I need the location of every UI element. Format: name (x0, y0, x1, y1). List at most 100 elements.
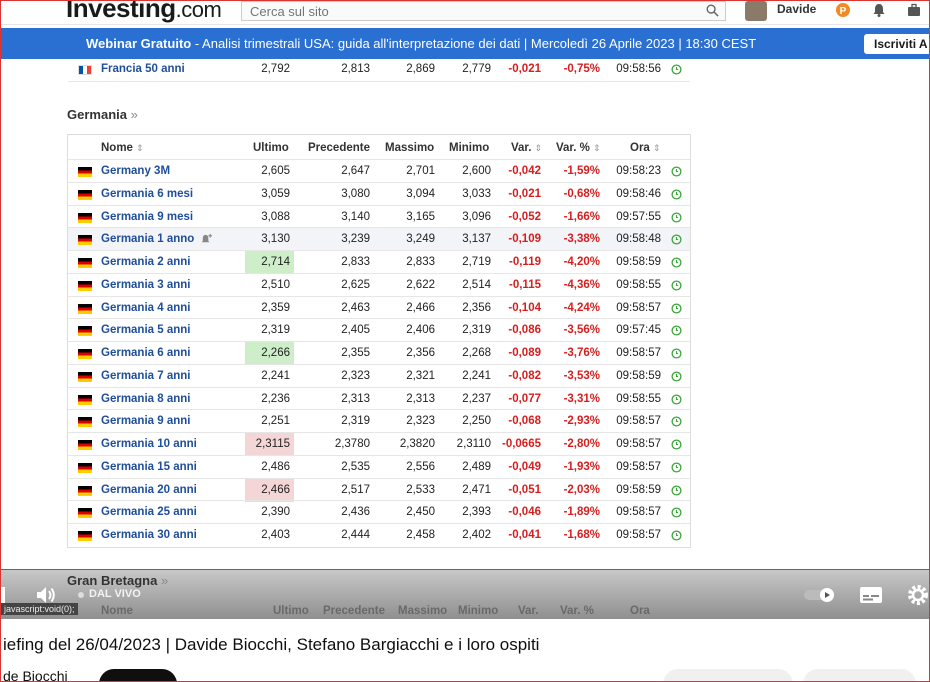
cell-minimo: 2,241 (462, 370, 491, 382)
logo-suffix: .com (175, 0, 222, 22)
table-row[interactable]: Germania 20 anni 2,466 2,517 2,533 2,471 -0,0… (68, 479, 690, 502)
instrument-name[interactable]: Germania 20 anni (101, 479, 197, 502)
table-row[interactable]: Germania 10 anni 2,3115 2,3780 2,3820 2,3110… (68, 433, 690, 456)
instrument-name[interactable]: Germania 25 anni (101, 501, 197, 524)
table-row[interactable]: Germania 6 anni 2,266 2,355 2,356 2,268 -0,08… (68, 342, 690, 365)
subtitles-icon[interactable] (859, 586, 883, 604)
cell-ultimo: 2,466 (261, 484, 290, 496)
avatar[interactable] (745, 1, 767, 21)
table-row[interactable]: Germania 4 anni 2,359 2,463 2,466 2,356 -0,10… (68, 297, 690, 320)
cell-minimo: 2,600 (462, 165, 491, 177)
instrument-name[interactable]: Germania 6 mesi (101, 183, 193, 206)
instrument-name[interactable]: Francia 50 anni (101, 58, 185, 81)
table-row[interactable]: Germania 5 anni 2,319 2,405 2,406 2,319 -0,08… (68, 319, 690, 342)
col-header-var-pct[interactable]: Var. % ⇕ (556, 137, 601, 159)
cell-var: -0,049 (508, 461, 541, 473)
table-row[interactable]: Germania 7 anni 2,241 2,323 2,321 2,241 -0,08… (68, 365, 690, 388)
volume-icon[interactable] (35, 585, 57, 605)
cell-var-pct: -1,68% (563, 529, 600, 541)
section-title-text: Germania (67, 107, 127, 122)
plugin-icon[interactable]: P (835, 2, 851, 18)
instrument-name[interactable]: Germania 7 anni (101, 365, 190, 388)
col-header-ora[interactable]: Ora ⇕ (630, 137, 661, 159)
logo-text: Investing (66, 0, 176, 23)
col-header-minimo[interactable]: Minimo (449, 137, 489, 159)
cell-ultimo: 2,605 (261, 165, 290, 177)
instrument-name[interactable]: Germania 9 mesi (101, 206, 193, 229)
table-row[interactable]: Germania 30 anni 2,403 2,444 2,458 2,402 -0,0… (68, 524, 690, 547)
table-row[interactable]: Germania 2 anni 2,714 2,833 2,833 2,719 -0,11… (68, 251, 690, 274)
instrument-name[interactable]: Germania 5 anni (101, 319, 190, 342)
table-row[interactable]: Germany 3M 2,605 2,647 2,701 2,600 -0,042 -1,5… (68, 160, 690, 183)
col-header-precedente[interactable]: Precedente (308, 137, 370, 159)
flag-germany-icon (78, 372, 92, 382)
table-row[interactable]: Germania 15 anni 2,486 2,535 2,556 2,489 -0,0… (68, 456, 690, 479)
cell-massimo: 3,249 (406, 233, 435, 245)
channel-name[interactable]: de Biocchi (3, 668, 68, 681)
cell-var: -0,021 (508, 188, 541, 200)
cell-massimo: 2,356 (406, 347, 435, 359)
cell-var: -0,068 (508, 415, 541, 427)
instrument-name[interactable]: Germania 6 anni (101, 342, 190, 365)
bell-icon[interactable] (871, 2, 887, 18)
instrument-name[interactable]: Germany 3M (101, 160, 170, 183)
alert-bell-icon[interactable] (200, 233, 213, 246)
col-header-var[interactable]: Var. ⇕ (511, 137, 542, 159)
user-name[interactable]: Davide (777, 2, 816, 16)
instrument-name[interactable]: Germania 3 anni (101, 274, 190, 297)
like-button[interactable] (663, 669, 793, 681)
settings-icon[interactable] (907, 584, 929, 606)
section-title-germania[interactable]: Germania » (67, 107, 138, 122)
cell-massimo: 2,556 (406, 461, 435, 473)
status-tooltip: javascript:void(0); (1, 603, 78, 615)
instrument-name[interactable]: Germania 9 anni (101, 410, 190, 433)
table-row[interactable]: Germania 8 anni 2,236 2,313 2,313 2,237 -0,07… (68, 388, 690, 411)
instrument-name[interactable]: Germania 8 anni (101, 388, 190, 411)
live-label[interactable]: DAL VIVO (89, 588, 141, 600)
player-controls: DAL VIVO javascript:void(0); (1, 579, 929, 615)
subscribe-button[interactable]: Iscriviti A (864, 34, 929, 54)
table-row[interactable]: Germania 9 anni 2,251 2,319 2,323 2,250 -0,06… (68, 410, 690, 433)
cell-minimo: 2,514 (462, 279, 491, 291)
instrument-name[interactable]: Germania 30 anni (101, 524, 197, 547)
clock-icon (671, 257, 682, 268)
search-box[interactable] (241, 1, 726, 21)
cell-var-pct: -1,66% (563, 211, 600, 223)
webinar-banner[interactable]: Webinar Gratuito - Analisi trimestrali U… (1, 28, 929, 59)
divider (68, 387, 690, 388)
table-row[interactable]: Germania 25 anni 2,390 2,436 2,450 2,393 -0,0… (68, 501, 690, 524)
cell-ultimo: 2,390 (261, 506, 290, 518)
live-indicator (78, 592, 84, 598)
instrument-name[interactable]: Germania 15 anni (101, 456, 197, 479)
table-row-france[interactable]: Francia 50 anni 2,792 2,813 2,869 2,779 … (68, 58, 690, 81)
clock-icon (671, 303, 682, 314)
cell-precedente: 2,463 (341, 302, 370, 314)
cell-var-pct: -2,80% (563, 438, 600, 450)
cell-var: -0,119 (509, 256, 541, 268)
cell-massimo: 2,869 (406, 63, 435, 75)
investing-logo[interactable]: Investing.com (66, 0, 222, 24)
cell-ora: 09:57:45 (616, 324, 661, 336)
table-row[interactable]: Germania 9 mesi 3,088 3,140 3,165 3,096 -0,05… (68, 206, 690, 229)
col-header-nome[interactable]: Nome ⇕ (101, 137, 144, 159)
instrument-name[interactable]: Germania 2 anni (101, 251, 190, 274)
share-button[interactable] (803, 669, 916, 681)
col-header-ultimo[interactable]: Ultimo (253, 137, 289, 159)
clock-icon (671, 439, 682, 450)
instrument-name[interactable]: Germania 10 anni (101, 433, 197, 456)
table-row[interactable]: Germania 1 anno 3,130 3,239 3,249 3,137 -0,10… (68, 228, 690, 251)
instrument-name[interactable]: Germania 4 anni (101, 297, 190, 320)
briefcase-icon[interactable] (906, 2, 922, 18)
search-input[interactable] (242, 2, 692, 20)
table-row[interactable]: Germania 6 mesi 3,059 3,080 3,094 3,033 -0,02… (68, 183, 690, 206)
col-header-massimo[interactable]: Massimo (385, 137, 434, 159)
search-icon[interactable] (706, 4, 719, 17)
instrument-name[interactable]: Germania 1 anno (101, 228, 194, 251)
sort-icon: ⇕ (593, 143, 601, 153)
subscribe-channel-button[interactable] (99, 669, 177, 681)
webinar-text[interactable]: Webinar Gratuito - Analisi trimestrali U… (86, 36, 756, 51)
table-row[interactable]: Germania 3 anni 2,510 2,625 2,622 2,514 -0,11… (68, 274, 690, 297)
cell-var-pct: -3,53% (563, 370, 600, 382)
pause-icon[interactable] (1, 587, 9, 603)
autoplay-toggle-icon[interactable] (803, 587, 837, 603)
